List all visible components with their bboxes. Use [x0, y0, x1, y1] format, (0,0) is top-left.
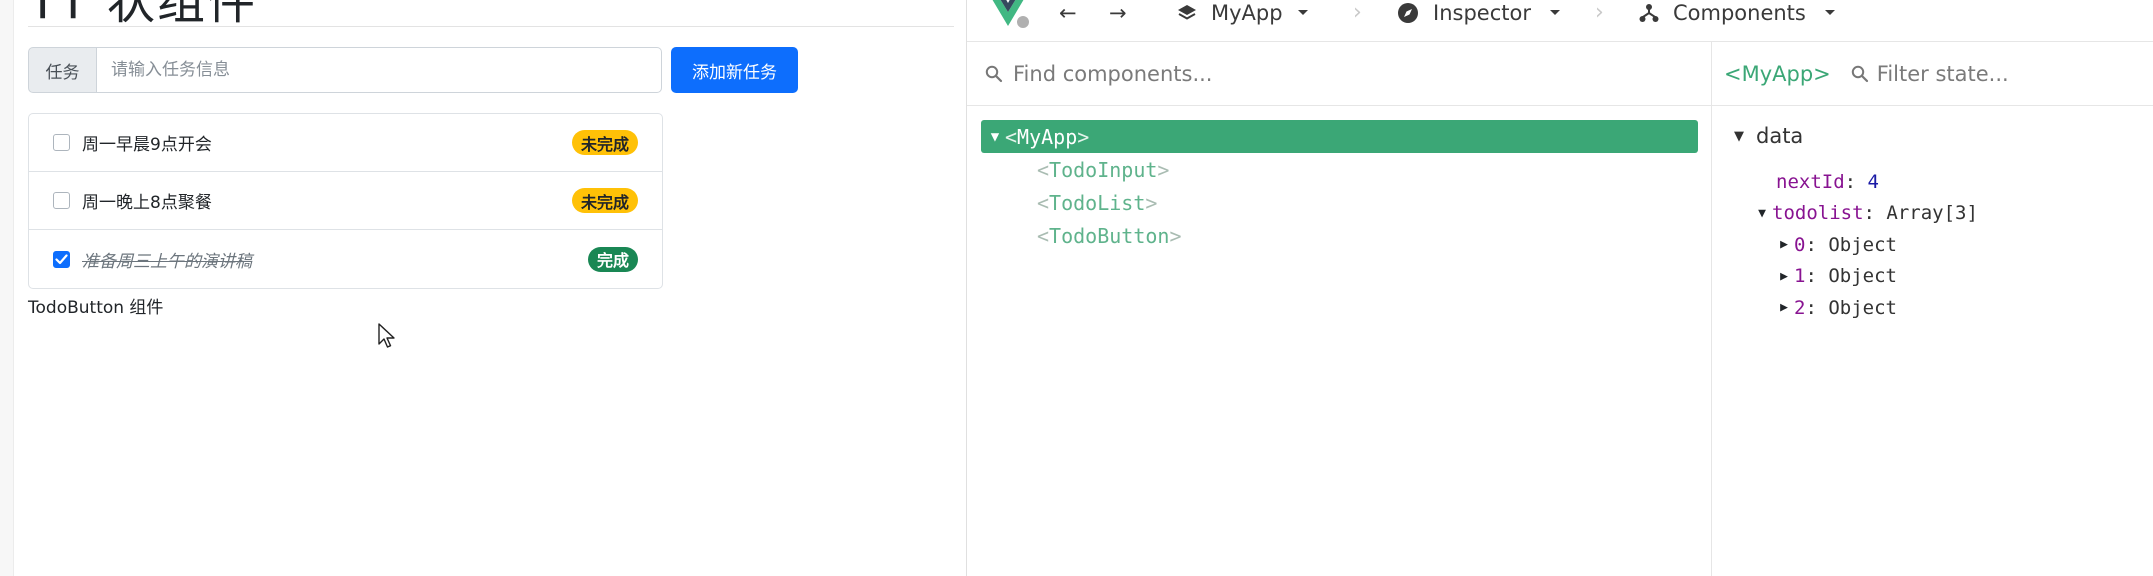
state-value[interactable]: 4 [1868, 171, 1879, 193]
tree-node-todobutton[interactable]: < TodoButton > [981, 219, 1698, 252]
caret-down-icon [1297, 10, 1308, 15]
state-key: 2 [1794, 296, 1806, 319]
input-prefix-label: 任务 [28, 47, 97, 93]
caret-down-icon [1549, 10, 1560, 15]
components-selector[interactable]: Components [1639, 0, 1836, 26]
state-key: todolist [1772, 202, 1864, 225]
vue-logo-icon [992, 0, 1029, 30]
search-icon [985, 65, 1003, 82]
window-gutter [0, 0, 14, 576]
add-task-button[interactable]: 添加新任务 [671, 47, 798, 93]
tree-node-label: TodoList [1049, 190, 1146, 215]
data-section-toggle[interactable]: ▼ data [1734, 124, 1803, 148]
breadcrumb-separator-icon: › [1595, 0, 1604, 25]
key-colon: : [1844, 170, 1868, 193]
expand-arrow-icon[interactable]: ▼ [985, 129, 1005, 145]
selected-component-tag: <MyApp> [1724, 61, 1831, 86]
filter-state-input[interactable] [1876, 61, 2097, 86]
state-tree: nextId: 4 ▼ todolist: Array[3] ▶ 0: Obje… [1712, 166, 1978, 324]
tree-node-myapp[interactable]: ▼ < MyApp > [981, 120, 1698, 153]
todo-item: 周一早晨9点开会 未完成 [29, 114, 662, 172]
tree-node-label: MyApp [1017, 124, 1078, 149]
tree-node-todoinput[interactable]: < TodoInput > [981, 153, 1698, 186]
tree-node-label: TodoButton [1049, 223, 1170, 248]
search-icon [1851, 65, 1868, 82]
expand-arrow-icon[interactable]: ▼ [1734, 129, 1744, 144]
state-row-nextid: nextId: 4 [1712, 166, 1978, 198]
forward-arrow-icon[interactable]: → [1109, 0, 1127, 26]
mouse-cursor-icon [378, 323, 395, 348]
vue-devtools: ← → MyApp › Inspector › Components ▼ [966, 0, 2153, 576]
inspector-selector[interactable]: Inspector [1397, 0, 1561, 26]
state-row-todolist[interactable]: ▼ todolist: Array[3] [1712, 198, 1978, 230]
state-key: 0 [1794, 233, 1806, 256]
todo-checkbox[interactable] [53, 134, 70, 151]
collapse-arrow-icon[interactable]: ▶ [1774, 300, 1794, 315]
key-colon: : [1863, 202, 1887, 225]
todo-text: 准备周三上午的演讲稿 [82, 251, 252, 272]
tree-node-close-bracket: > [1145, 190, 1158, 215]
collapse-arrow-icon[interactable]: ▶ [1774, 237, 1794, 252]
app-pane: TT 状组件 任务 添加新任务 周一早晨9点开会 未完成 周一晚上8点聚餐 未完… [0, 0, 966, 576]
page-heading: TT 状组件 [28, 0, 258, 30]
state-row-item[interactable]: ▶ 2: Object [1712, 292, 1978, 324]
key-colon: : [1805, 233, 1829, 256]
tree-node-close-bracket: > [1169, 223, 1182, 248]
compass-icon [1398, 3, 1418, 23]
tree-node-open-bracket: < [1037, 190, 1050, 215]
app-name: MyApp [1211, 1, 1283, 25]
tree-node-todolist[interactable]: < TodoList > [981, 186, 1698, 219]
todo-text: 周一晚上8点聚餐 [82, 193, 212, 213]
todo-input-group: 任务 [28, 47, 662, 93]
state-value: Array[3] [1886, 202, 1978, 225]
tree-node-open-bracket: < [1037, 157, 1050, 182]
status-badge: 未完成 [571, 130, 638, 155]
expand-arrow-icon[interactable]: ▼ [1752, 206, 1772, 221]
status-badge: 未完成 [571, 188, 638, 213]
state-value: Object [1828, 265, 1897, 288]
collapse-arrow-icon[interactable]: ▶ [1774, 269, 1794, 284]
state-row-item[interactable]: ▶ 1: Object [1712, 261, 1978, 293]
todo-item: 准备周三上午的演讲稿 完成 [29, 230, 662, 288]
back-arrow-icon[interactable]: ← [1059, 0, 1077, 26]
state-key: nextId [1776, 170, 1845, 193]
todo-text: 周一早晨9点开会 [82, 135, 212, 155]
status-badge: 完成 [587, 246, 638, 272]
task-input[interactable] [97, 47, 662, 93]
state-value: Object [1828, 233, 1897, 256]
tree-node-label: TodoInput [1049, 157, 1158, 182]
components-search [967, 42, 1711, 106]
todo-checkbox[interactable] [53, 192, 70, 209]
tree-node-close-bracket: > [1157, 157, 1170, 182]
state-key: 1 [1794, 265, 1806, 288]
todo-checkbox[interactable] [53, 250, 70, 268]
state-value: Object [1828, 296, 1897, 319]
tree-node-open-bracket: < [1037, 223, 1050, 248]
components-search-input[interactable] [1013, 61, 1613, 86]
components-label: Components [1673, 1, 1806, 25]
component-tree: ▼ < MyApp > < TodoInput > < TodoList > < TodoBu… [981, 120, 1698, 252]
key-colon: : [1805, 296, 1829, 319]
todo-item: 周一晚上8点聚餐 未完成 [29, 172, 662, 230]
tree-node-close-bracket: > [1077, 124, 1090, 149]
breadcrumb-separator-icon: › [1353, 0, 1362, 25]
state-header: <MyApp> [1712, 42, 2153, 106]
caret-down-icon [1824, 10, 1835, 15]
components-pane: ▼ <MyApp> <TodoInput> <TodoList> <TodoBu… [967, 42, 1712, 576]
devtools-toolbar: ← → MyApp › Inspector › Components [967, 0, 2153, 42]
state-inspector: <MyApp> ▼ data nextId: 4 ▼ todolist: Arr… [1712, 42, 2153, 576]
checkmark-icon [55, 253, 68, 264]
state-row-item[interactable]: ▶ 0: Object [1712, 229, 1978, 261]
todo-list: 周一早晨9点开会 未完成 周一晚上8点聚餐 未完成 准备周三上午的演讲稿 完成 [28, 113, 663, 289]
component-tree-icon [1639, 4, 1659, 22]
heading-divider [28, 26, 954, 27]
app-selector[interactable]: MyApp [1177, 0, 1309, 26]
todo-button-label: TodoButton 组件 [28, 298, 164, 318]
inspector-label: Inspector [1433, 1, 1531, 25]
tree-node-open-bracket: < [1005, 124, 1018, 149]
layers-icon [1178, 5, 1196, 20]
section-title: data [1756, 124, 1804, 148]
key-colon: : [1805, 265, 1829, 288]
